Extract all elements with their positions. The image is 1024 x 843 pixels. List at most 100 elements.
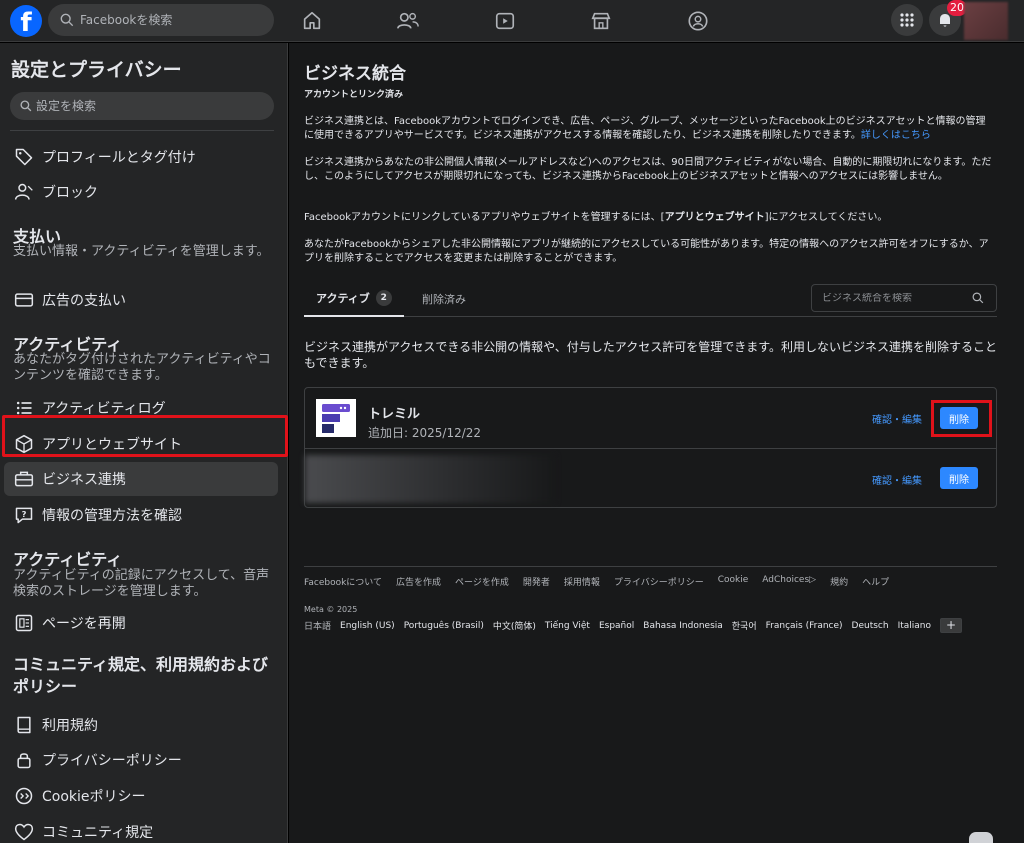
language-link[interactable]: Italiano bbox=[898, 621, 931, 631]
page-icon bbox=[12, 611, 36, 635]
footer-link[interactable]: AdChoices▷ bbox=[762, 575, 816, 588]
facebook-search[interactable] bbox=[48, 4, 274, 36]
footer-link[interactable]: ヘルプ bbox=[862, 575, 889, 588]
business-integration-search[interactable] bbox=[811, 284, 997, 312]
integration-row: トレミル 追加日: 2025/12/22 確認・編集 削除 bbox=[305, 388, 996, 448]
home-icon[interactable] bbox=[299, 8, 325, 34]
sidebar-item-cookie-policy[interactable]: Cookieポリシー bbox=[4, 779, 278, 813]
sidebar-item-activity-log[interactable]: アクティビティログ bbox=[4, 391, 278, 425]
footer-link[interactable]: Facebookについて bbox=[304, 575, 382, 588]
community-icon bbox=[12, 820, 36, 843]
top-navigation-bar: f 20 bbox=[0, 0, 1024, 42]
briefcase-icon bbox=[12, 467, 36, 491]
language-link[interactable]: Bahasa Indonesia bbox=[643, 621, 723, 631]
integration-row: 確認・編集 削除 bbox=[305, 448, 996, 508]
sidebar-title: 設定とプライバシー bbox=[11, 59, 182, 81]
footer-link[interactable]: ページを作成 bbox=[455, 575, 509, 588]
language-link[interactable]: Français (France) bbox=[766, 621, 843, 631]
business-integration-search-input[interactable] bbox=[822, 292, 972, 304]
apps-paragraph: Facebookアカウントにリンクしているアプリやウェブサイトを管理するには、[… bbox=[304, 212, 888, 223]
search-icon bbox=[972, 292, 984, 304]
grid-icon bbox=[900, 13, 914, 27]
section-title-community-policies: コミュニティ規定、利用規約およびポリシー bbox=[13, 655, 269, 696]
cookie-icon bbox=[12, 784, 36, 808]
delete-button[interactable]: 削除 bbox=[940, 467, 978, 489]
credit-card-icon bbox=[12, 288, 36, 312]
lock-icon bbox=[12, 748, 36, 772]
page-title: ビジネス統合 bbox=[304, 64, 406, 84]
intro-paragraph: ビジネス連携とは、Facebookアカウントでログインでき、広告、ページ、グルー… bbox=[304, 116, 986, 141]
section-desc-activity: あなたがタグ付けされたアクティビティやコンテンツを確認できます。 bbox=[13, 352, 271, 383]
sidebar-item-profile-tagging[interactable]: プロフィールとタグ付け bbox=[4, 140, 278, 174]
add-language-button[interactable]: + bbox=[940, 618, 963, 633]
language-list: 日本語 English (US) Português (Brasil) 中文(简… bbox=[304, 618, 963, 633]
app-name: トレミル bbox=[368, 407, 421, 422]
settings-sidebar: 設定とプライバシー プロフィールとタグ付け ブロック 支払い 支払い情報・アクテ… bbox=[0, 43, 288, 843]
settings-search[interactable] bbox=[10, 92, 274, 120]
friends-icon[interactable] bbox=[395, 8, 421, 34]
sidebar-divider bbox=[10, 130, 274, 131]
main-content: ビジネス統合 アカウントとリンク済み ビジネス連携とは、Facebookアカウン… bbox=[289, 43, 1024, 843]
sidebar-item-manage-info[interactable]: ? 情報の管理方法を確認 bbox=[4, 498, 278, 532]
tag-icon bbox=[12, 145, 36, 169]
language-link[interactable]: Tiếng Việt bbox=[545, 621, 590, 631]
list-icon bbox=[12, 396, 36, 420]
video-icon[interactable] bbox=[492, 8, 518, 34]
facebook-logo[interactable]: f bbox=[10, 5, 42, 37]
app-added-date: 追加日: 2025/12/22 bbox=[368, 426, 482, 440]
sidebar-item-reopen-page[interactable]: ページを再開 bbox=[4, 606, 278, 640]
search-icon bbox=[20, 100, 32, 112]
language-link[interactable]: Português (Brasil) bbox=[404, 621, 484, 631]
sidebar-item-apps-websites[interactable]: アプリとウェブサイト bbox=[4, 427, 278, 461]
search-icon bbox=[60, 13, 74, 27]
footer-link[interactable]: 広告を作成 bbox=[396, 575, 441, 588]
language-link[interactable]: Español bbox=[599, 621, 634, 631]
sidebar-item-community-standards[interactable]: コミュニティ規定 bbox=[4, 815, 278, 843]
learn-more-link[interactable]: 詳しくはこちら bbox=[861, 130, 931, 141]
active-count-badge: 2 bbox=[375, 290, 392, 306]
review-edit-link[interactable]: 確認・編集 bbox=[872, 411, 922, 426]
footer-link[interactable]: 開発者 bbox=[523, 575, 550, 588]
chat-bubble-icon[interactable] bbox=[969, 832, 993, 843]
footer-links: Facebookについて 広告を作成 ページを作成 開発者 採用情報 プライバシ… bbox=[304, 575, 903, 588]
language-link[interactable]: 한국어 bbox=[732, 619, 757, 632]
svg-text:?: ? bbox=[22, 509, 27, 519]
app-logo-icon bbox=[316, 399, 356, 437]
language-link[interactable]: Deutsch bbox=[852, 621, 889, 631]
copyright: Meta © 2025 bbox=[304, 605, 358, 614]
sidebar-item-privacy-policy[interactable]: プライバシーポリシー bbox=[4, 743, 278, 777]
redacted-app-info bbox=[305, 455, 555, 503]
expiry-paragraph: ビジネス連携からあなたの非公開個人情報(メールアドレスなど)へのアクセスは、90… bbox=[304, 157, 992, 182]
sidebar-item-ad-payments[interactable]: 広告の支払い bbox=[4, 283, 278, 317]
access-paragraph: あなたがFacebookからシェアした非公開情報にアプリが継続的にアクセスしてい… bbox=[304, 239, 989, 264]
apps-websites-link[interactable]: アプリとウェブサイト bbox=[665, 212, 765, 223]
sidebar-item-business-integrations[interactable]: ビジネス連携 bbox=[4, 462, 278, 496]
cube-icon bbox=[12, 432, 36, 456]
section-desc-activity-2: アクティビティの記録にアクセスして、音声検索のストレージを管理します。 bbox=[13, 568, 270, 599]
section-title-activity-2: アクティビティ bbox=[13, 550, 123, 569]
language-link[interactable]: 中文(简体) bbox=[493, 619, 536, 632]
footer-link[interactable]: プライバシーポリシー bbox=[614, 575, 704, 588]
tab-removed[interactable]: 削除済み bbox=[422, 281, 466, 317]
book-icon bbox=[12, 713, 36, 737]
notifications-button[interactable]: 20 bbox=[929, 0, 967, 36]
groups-icon[interactable] bbox=[685, 8, 711, 34]
footer-link[interactable]: 規約 bbox=[830, 575, 848, 588]
delete-button[interactable]: 削除 bbox=[940, 407, 978, 429]
section-desc-payments: 支払い情報・アクティビティを管理します。 bbox=[13, 244, 270, 259]
sidebar-item-blocking[interactable]: ブロック bbox=[4, 175, 278, 209]
footer-link[interactable]: Cookie bbox=[718, 575, 749, 588]
avatar[interactable] bbox=[964, 2, 1008, 40]
block-user-icon bbox=[12, 180, 36, 204]
tab-active[interactable]: アクティブ 2 bbox=[304, 281, 404, 317]
language-link[interactable]: English (US) bbox=[340, 621, 395, 631]
review-edit-link[interactable]: 確認・編集 bbox=[872, 472, 922, 487]
marketplace-icon[interactable] bbox=[588, 8, 614, 34]
facebook-search-input[interactable] bbox=[80, 13, 260, 27]
sidebar-item-terms[interactable]: 利用規約 bbox=[4, 708, 278, 742]
list-description: ビジネス連携がアクセスできる非公開の情報や、付与したアクセス許可を管理できます。… bbox=[304, 340, 998, 370]
footer-link[interactable]: 採用情報 bbox=[564, 575, 600, 588]
settings-search-input[interactable] bbox=[36, 99, 256, 113]
menu-grid-button[interactable] bbox=[891, 4, 923, 36]
page-subtitle: アカウントとリンク済み bbox=[304, 90, 404, 100]
